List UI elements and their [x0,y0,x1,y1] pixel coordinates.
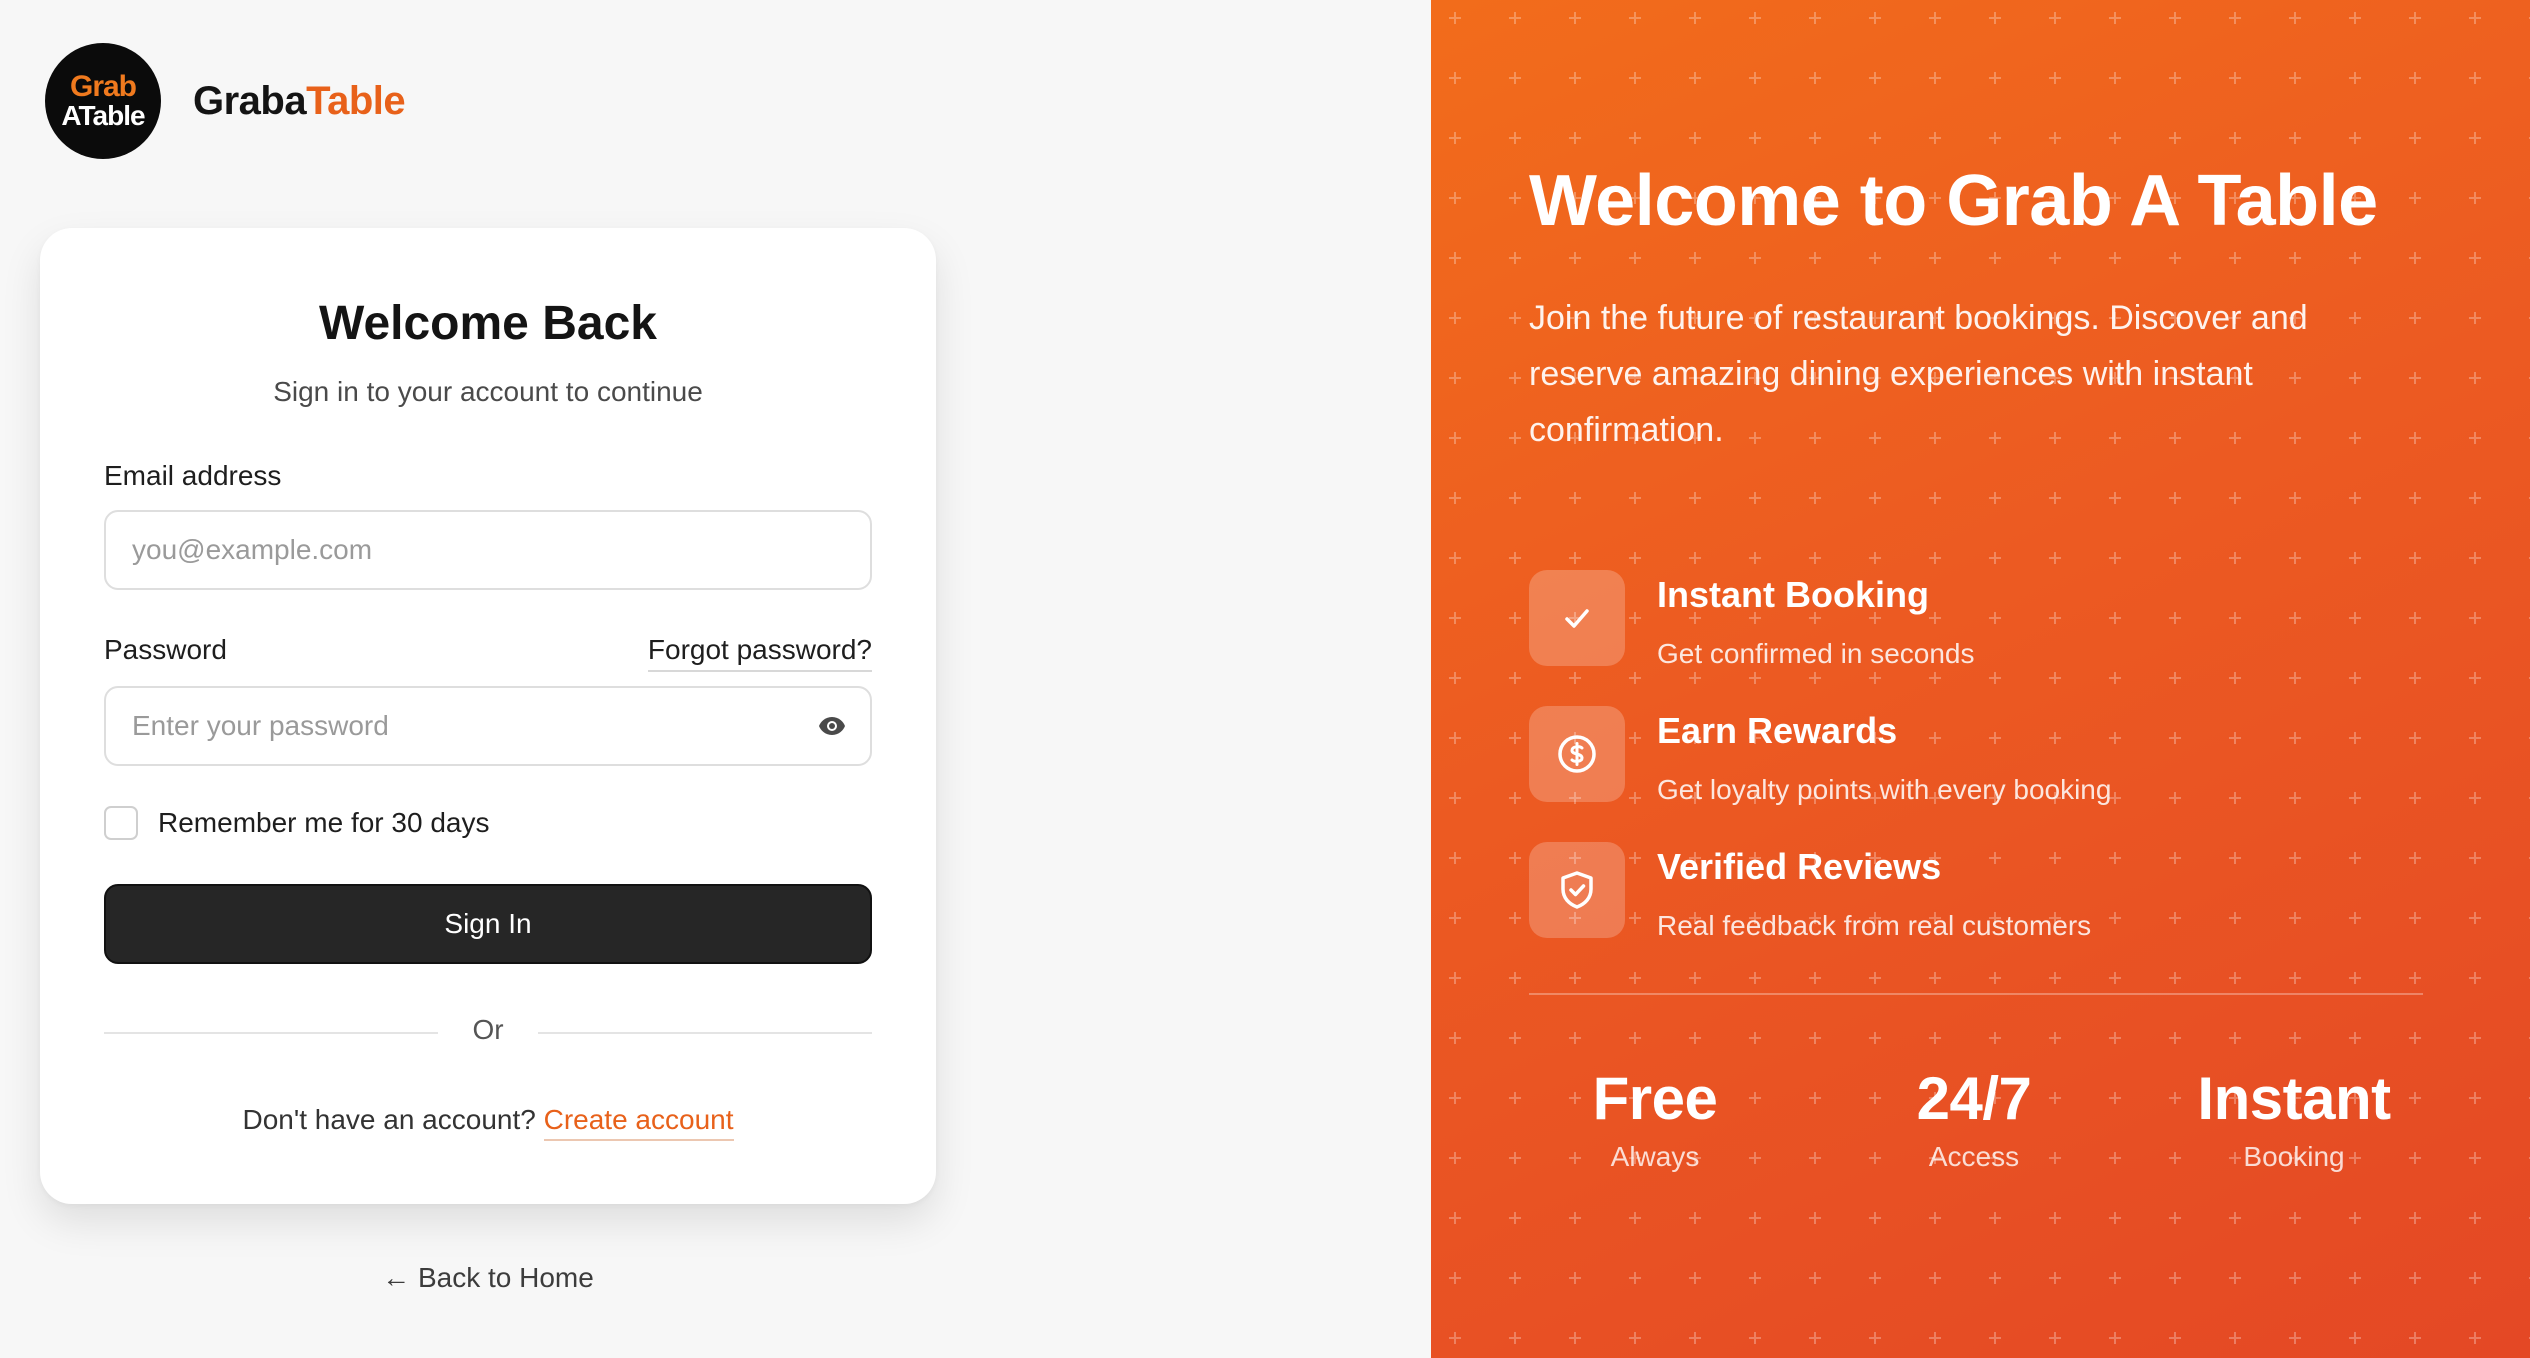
stat-label: Access [1928,1141,2020,1172]
feature-title: Earn Rewards [1657,710,1898,751]
remember-me-checkbox[interactable] [104,806,138,840]
login-title: Welcome Back [319,297,657,350]
login-card: Welcome Back Sign in to your account to … [40,228,936,1204]
stat-access: 24/7 Access [1854,1064,2094,1173]
feature-subtitle: Get loyalty points with every booking [1657,774,2112,805]
brand-name-part1: Graba [193,78,307,123]
stat-label: Always [1610,1141,1700,1172]
feature-title: Instant Booking [1657,574,1929,615]
feature-instant-booking: Instant Booking Get confirmed in seconds [1529,570,1975,670]
password-field[interactable] [104,686,872,766]
or-separator: Or [472,1014,504,1045]
stat-free: Free Always [1535,1064,1775,1173]
email-label: Email address [104,460,282,491]
stat-value: 24/7 [1916,1065,2032,1132]
eye-icon[interactable] [816,710,848,742]
feature-verified-reviews: Verified Reviews Real feedback from real… [1529,842,2091,942]
sign-in-button[interactable]: Sign In [104,884,872,964]
feature-subtitle: Get confirmed in seconds [1657,638,1975,669]
dollar-coin-icon [1529,706,1625,802]
back-to-home-link[interactable]: ← Back to Home [0,1262,976,1294]
brand-header[interactable]: Grab ATable GrabaTable [45,43,406,159]
remember-me-row[interactable]: Remember me for 30 days [104,806,489,840]
logo-text-line2: ATable [61,100,145,131]
logo[interactable]: Grab ATable [45,43,161,159]
stat-label: Booking [2243,1141,2345,1172]
promo-panel: Welcome to Grab A Table Join the future … [1431,0,2530,1358]
forgot-password-link[interactable]: Forgot password? [647,634,872,672]
stat-instant: Instant Booking [2174,1064,2414,1173]
check-icon [1529,570,1625,666]
email-field[interactable] [104,510,872,590]
login-pane: Grab ATable GrabaTable Welcome Back Sign… [0,0,1431,1358]
create-account-link[interactable]: Create account [543,1104,734,1141]
stat-value: Instant [2197,1065,2391,1132]
promo-title: Welcome to Grab A Table [1529,161,2378,241]
brand-name-part2: Table [306,78,406,123]
password-label: Password [104,634,227,665]
stat-value: Free [1592,1065,1718,1132]
promo-divider [1529,993,2423,995]
feature-subtitle: Real feedback from real customers [1657,910,2092,941]
shield-check-icon [1529,842,1625,938]
feature-earn-rewards: Earn Rewards Get loyalty points with eve… [1529,706,2111,806]
feature-title: Verified Reviews [1657,846,1942,887]
promo-description: Join the future of restaurant bookings. … [1529,299,2308,449]
brand-name[interactable]: GrabaTable [193,78,406,124]
login-subtitle: Sign in to your account to continue [273,376,703,407]
signup-row: Don't have an account? Create account [40,1104,936,1141]
no-account-text: Don't have an account? [242,1104,536,1135]
logo-text-line1: Grab [69,70,137,103]
remember-me-label[interactable]: Remember me for 30 days [158,807,489,839]
